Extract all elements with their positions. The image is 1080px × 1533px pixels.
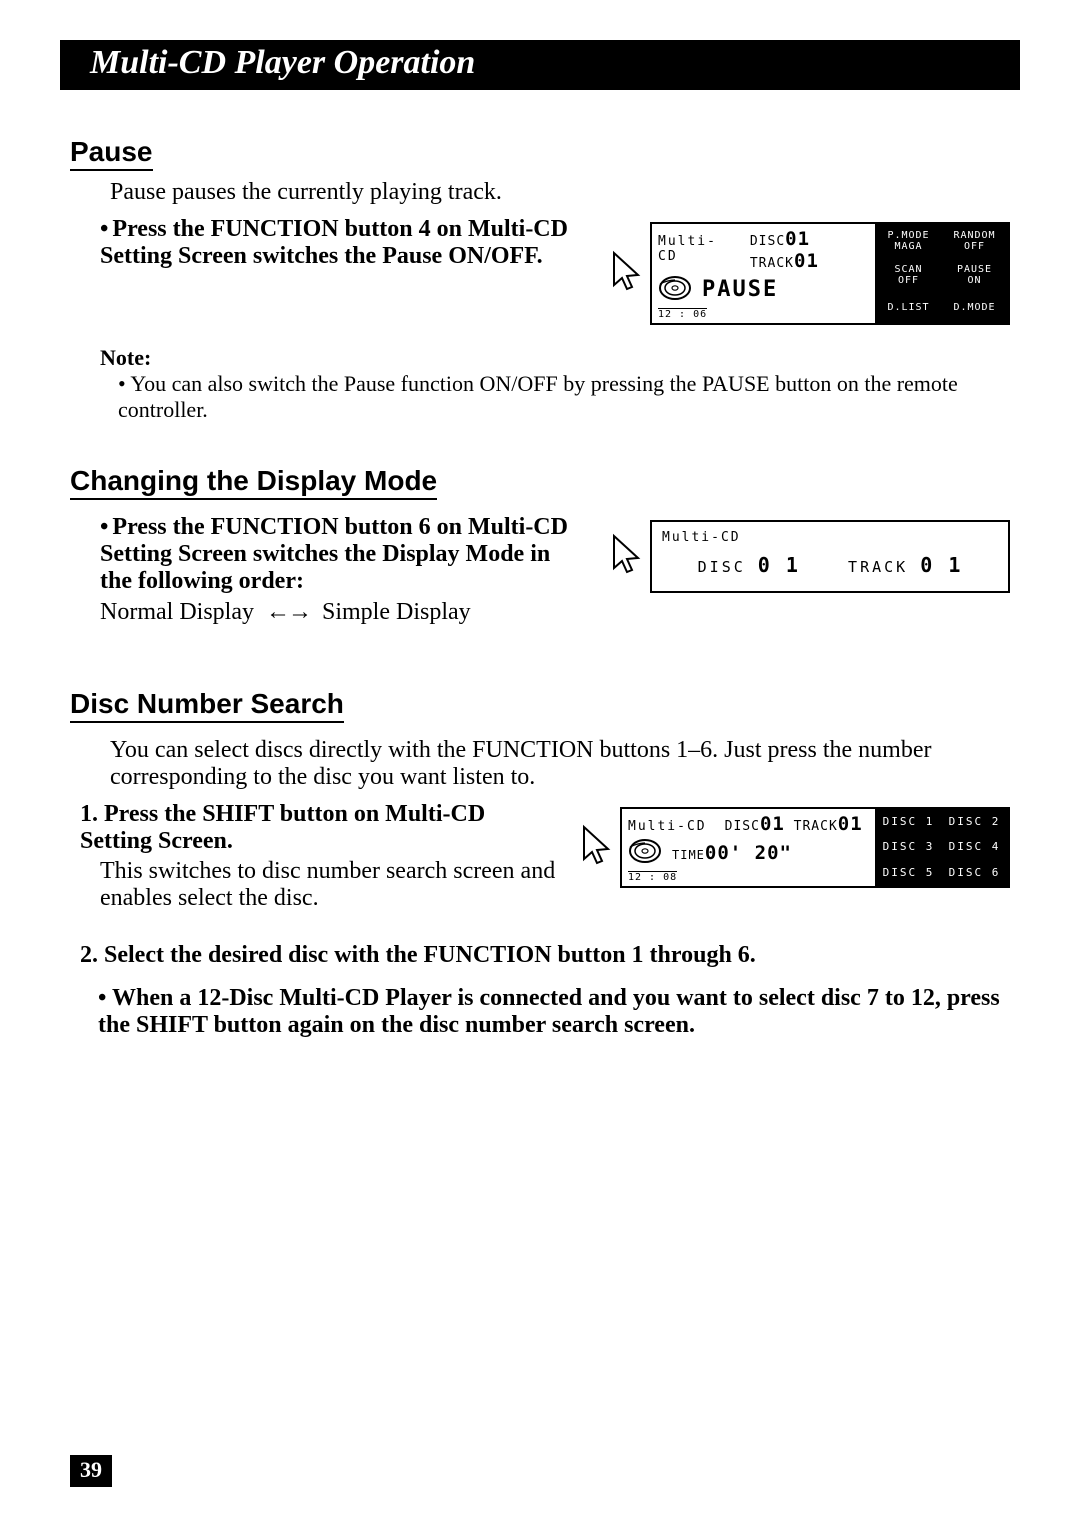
pause-screen-illustration: Multi-CD DISC01 TRACK01 — [608, 222, 1010, 325]
disc-search-intro: You can select discs directly with the F… — [110, 737, 1010, 791]
display-mode-sequence: Normal Display ←→ Simple Display — [100, 599, 588, 626]
lcd-track-label: TRACK — [750, 256, 794, 271]
lcd-disc-num: 01 — [760, 813, 785, 835]
heading-pause: Pause — [70, 136, 153, 171]
lcd-track-num: 01 — [794, 250, 819, 272]
lcd-disc-label: DISC — [698, 558, 746, 576]
disc-search-screen-illustration: Multi-CD DISC01 TRACK01 — [578, 807, 1010, 888]
heading-disc-search: Disc Number Search — [70, 688, 344, 723]
lcd-clock: 12 : 06 — [658, 308, 707, 320]
page-number: 39 — [70, 1455, 112, 1487]
display-mode-step: Press the FUNCTION button 6 on Multi-CD … — [100, 514, 568, 594]
softkey-disc3: DISC 3 — [876, 835, 942, 861]
lcd-mode-label: Multi-CD — [628, 819, 707, 834]
disc-softkey-grid: DISC 1 DISC 2 DISC 3 DISC 4 DISC 5 DISC … — [875, 809, 1008, 886]
pause-intro: Pause pauses the currently playing track… — [110, 179, 1010, 206]
display-mode-screen-illustration: Multi-CD DISC 0 1 TRACK 0 1 — [608, 520, 1010, 593]
heading-display-mode: Changing the Display Mode — [70, 465, 437, 500]
disc-search-sub: When a 12-Disc Multi-CD Player is connec… — [98, 985, 1000, 1038]
disc-search-step1: Press the SHIFT button on Multi-CD Setti… — [80, 801, 485, 854]
lcd-track-label: TRACK — [794, 819, 838, 834]
softkey-disc1: DISC 1 — [876, 809, 942, 835]
double-arrow-icon: ←→ — [266, 599, 310, 626]
lcd-mode-label: Multi-CD — [662, 530, 998, 545]
lcd-track-label: TRACK — [848, 558, 908, 576]
cd-icon — [628, 837, 662, 869]
section-disc-search: Disc Number Search You can select discs … — [70, 670, 1010, 1039]
softkey-disc6: DISC 6 — [942, 860, 1008, 886]
disc-search-step2: Select the desired disc with the FUNCTIO… — [104, 942, 756, 968]
cursor-icon — [608, 532, 642, 582]
softkey-disc5: DISC 5 — [876, 860, 942, 886]
softkey-disc4: DISC 4 — [942, 835, 1008, 861]
chapter-title: Multi-CD Player Operation — [90, 44, 475, 81]
bullet-dot: • — [100, 514, 108, 540]
softkey-pause: PAUSEON — [942, 258, 1008, 292]
bullet-dot: • — [100, 216, 108, 242]
lcd-screen-pause: Multi-CD DISC01 TRACK01 — [650, 222, 1010, 325]
lcd-disc-num: 0 1 — [758, 553, 800, 577]
softkey-disc2: DISC 2 — [942, 809, 1008, 835]
cursor-icon — [608, 249, 642, 299]
section-display-mode: Changing the Display Mode • Press the FU… — [70, 447, 1010, 626]
pause-step: Press the FUNCTION button 4 on Multi-CD … — [100, 216, 568, 269]
lcd-status: PAUSE — [702, 277, 778, 302]
disc-search-step1-body: This switches to disc number search scre… — [100, 858, 558, 912]
lcd-screen-discsearch: Multi-CD DISC01 TRACK01 — [620, 807, 1010, 888]
section-pause: Pause Pause pauses the currently playing… — [70, 118, 1010, 423]
lcd-disc-label: DISC — [725, 819, 760, 834]
lcd-track-num: 0 1 — [920, 553, 962, 577]
lcd-clock: 12 : 08 — [628, 871, 677, 883]
note-heading: Note: — [100, 345, 1010, 371]
softkey-pmode: P.MODEMAGA — [876, 224, 942, 258]
lcd-disc-label: DISC — [750, 234, 785, 249]
softkey-dlist: D.LIST — [876, 292, 942, 323]
note-item: • You can also switch the Pause function… — [118, 371, 1000, 423]
softkey-grid: P.MODEMAGA RANDOMOFF SCANOFF PAUSEON D.L… — [875, 224, 1008, 323]
lcd-time: TIME00' 20" — [672, 842, 792, 864]
lcd-track-num: 01 — [838, 813, 863, 835]
cd-icon — [658, 274, 692, 306]
softkey-random: RANDOMOFF — [942, 224, 1008, 258]
lcd-disc-num: 01 — [785, 228, 810, 250]
softkey-dmode: D.MODE — [942, 292, 1008, 323]
cursor-icon — [578, 823, 612, 873]
softkey-scan: SCANOFF — [876, 258, 942, 292]
lcd-screen-simple: Multi-CD DISC 0 1 TRACK 0 1 — [650, 520, 1010, 593]
lcd-mode-label: Multi-CD — [658, 234, 726, 264]
chapter-title-bar: Multi-CD Player Operation — [60, 40, 1020, 90]
